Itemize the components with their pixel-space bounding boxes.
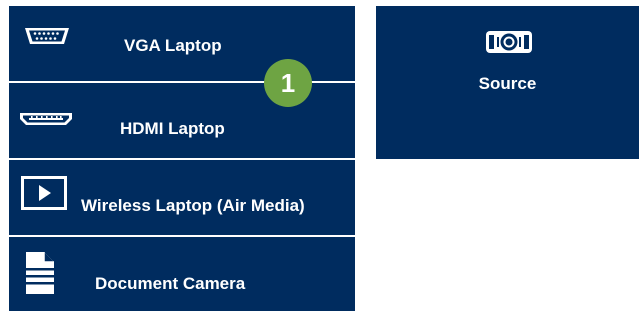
document-camera-button[interactable]: Document Camera xyxy=(9,237,355,311)
document-camera-label: Document Camera xyxy=(95,274,246,293)
play-screen-icon xyxy=(21,176,67,210)
vga-laptop-label: VGA Laptop xyxy=(124,36,222,55)
hdmi-laptop-label: HDMI Laptop xyxy=(120,119,225,138)
hdmi-port-icon xyxy=(20,113,72,125)
source-button[interactable]: Source xyxy=(376,6,639,159)
wireless-laptop-button[interactable]: Wireless Laptop (Air Media) xyxy=(9,160,355,235)
wireless-laptop-label: Wireless Laptop (Air Media) xyxy=(81,196,305,215)
vga-port-icon xyxy=(25,28,69,44)
source-list-panel: VGA Laptop HDMI Laptop Wireless Laptop (… xyxy=(9,6,355,311)
projector-icon xyxy=(486,31,532,53)
source-label: Source xyxy=(478,74,537,93)
callout-badge: 1 xyxy=(264,59,312,107)
document-icon xyxy=(26,252,54,294)
